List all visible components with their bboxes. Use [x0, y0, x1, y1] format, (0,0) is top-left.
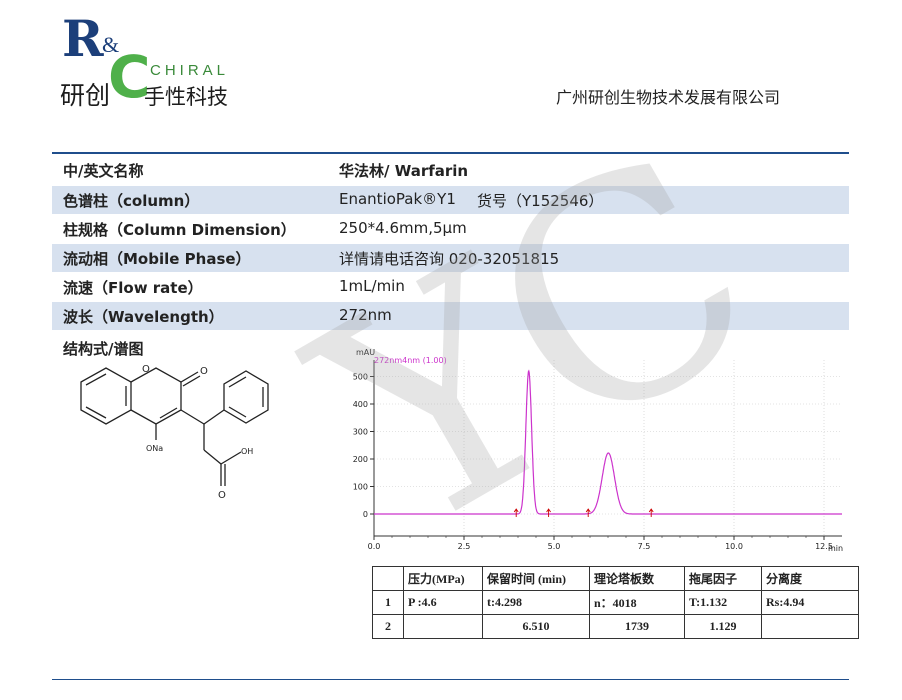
chart-axes — [373, 360, 842, 537]
info-key: 波长（Wavelength） — [63, 308, 224, 326]
table-cell — [761, 614, 859, 639]
chromatogram-trace — [374, 369, 842, 515]
table-header-row: 压力(MPa) 保留时间 (min) 理论塔板数 拖尾因子 分离度 — [372, 566, 859, 591]
info-key: 色谱柱（column） — [63, 192, 200, 210]
ona-label: ONa — [146, 444, 163, 453]
integration-marker — [648, 508, 654, 517]
table-row: 1 P :4.6 t:4.298 n：4018 T:1.132 Rs:4.94 — [372, 590, 859, 615]
y-tick-label: 400 — [353, 400, 368, 409]
company-logo: R & C CHIRAL 研创 手性科技 — [58, 12, 258, 112]
x-tick-label: 7.5 — [638, 542, 651, 551]
table-cell: 拖尾因子 — [684, 566, 762, 591]
logo-cn-right: 手性科技 — [144, 85, 228, 109]
results-table: 压力(MPa) 保留时间 (min) 理论塔板数 拖尾因子 分离度 1 P :4… — [372, 566, 859, 639]
table-cell — [372, 566, 404, 591]
x-tick-label: 2.5 — [458, 542, 471, 551]
y-axis-label: mAU — [356, 348, 375, 357]
ketone-o-label: O — [218, 490, 226, 501]
info-value: 1mL/min — [339, 277, 405, 295]
info-value: 272nm — [339, 306, 392, 324]
table-cell: 分离度 — [761, 566, 859, 591]
x-tick-label: 12.5 — [815, 542, 833, 551]
info-value: 华法林/ Warfarin — [339, 162, 469, 180]
x-tick-label: 0.0 — [368, 542, 381, 551]
y-tick-label: 500 — [353, 373, 368, 382]
info-row-mobile-phase: 流动相（Mobile Phase） 详情请电话咨询 020-32051815 — [52, 244, 849, 272]
y-tick-label: 0 — [363, 510, 368, 519]
info-value: 详情请电话咨询 020-32051815 — [339, 250, 560, 268]
warfarin-structure: O O ONa OH O — [80, 364, 269, 501]
table-cell: 2 — [372, 614, 404, 639]
benzo-ring — [80, 367, 132, 425]
phenyl-ring — [223, 370, 269, 424]
y-tick-label: 100 — [353, 483, 368, 492]
table-cell: 1.129 — [684, 614, 762, 639]
ring-o-label: O — [142, 364, 150, 375]
chromatogram: mAU 272nm4nm (1.00) min 0.0 2.5 5.0 7.5 10.0… — [353, 348, 843, 553]
info-key: 流动相（Mobile Phase） — [63, 250, 251, 268]
table-cell: 1739 — [589, 614, 685, 639]
logo-chiral: CHIRAL — [150, 62, 230, 79]
structure-label: 结构式/谱图 — [63, 340, 144, 358]
pyranone-ring — [130, 367, 182, 425]
info-value: EnantioPak®Y1 — [339, 190, 456, 208]
table-cell: 理论塔板数 — [589, 566, 685, 591]
trace-label: 272nm4nm (1.00) — [374, 356, 447, 365]
table-cell: 1 — [372, 590, 404, 615]
info-row-name: 中/英文名称 华法林/ Warfarin — [52, 156, 849, 184]
info-value: 250*4.6mm,5μm — [339, 219, 467, 237]
info-key: 柱规格（Column Dimension） — [63, 221, 296, 239]
footer-divider — [52, 679, 849, 680]
integration-marker — [546, 508, 551, 517]
table-cell: T:1.132 — [684, 590, 762, 615]
chart-grid — [373, 360, 842, 536]
x-tick-label: 5.0 — [548, 542, 561, 551]
table-cell: n：4018 — [589, 590, 685, 615]
logo-r: R — [62, 9, 104, 68]
integration-marker — [513, 508, 519, 517]
info-row-column: 色谱柱（column） EnantioPak®Y1 货号（Y152546） — [52, 186, 849, 214]
info-row-wavelength: 波长（Wavelength） 272nm — [52, 302, 849, 330]
table-cell: 压力(MPa) — [403, 566, 483, 591]
logo-cn-left: 研创 — [60, 81, 111, 110]
header-divider — [52, 152, 849, 154]
table-cell: 6.510 — [482, 614, 590, 639]
table-cell — [403, 614, 483, 639]
table-cell: Rs:4.94 — [761, 590, 859, 615]
table-row: 2 6.510 1739 1.129 — [372, 614, 859, 639]
oh-label: OH — [241, 447, 253, 456]
x-tick-label: 10.0 — [725, 542, 743, 551]
carbonyl-o-label: O — [200, 366, 208, 377]
info-value-catalog: 货号（Y152546） — [477, 192, 604, 210]
company-name: 广州研创生物技术发展有限公司 — [556, 88, 781, 107]
table-cell: P :4.6 — [403, 590, 483, 615]
table-cell: t:4.298 — [482, 590, 590, 615]
table-cell: 保留时间 (min) — [482, 566, 590, 591]
y-tick-label: 300 — [353, 428, 368, 437]
info-key: 中/英文名称 — [63, 162, 144, 180]
y-tick-label: 200 — [353, 455, 368, 464]
info-row-flow-rate: 流速（Flow rate） 1mL/min — [52, 273, 849, 301]
info-key: 流速（Flow rate） — [63, 279, 203, 297]
info-row-dimension: 柱规格（Column Dimension） 250*4.6mm,5μm — [52, 215, 849, 243]
